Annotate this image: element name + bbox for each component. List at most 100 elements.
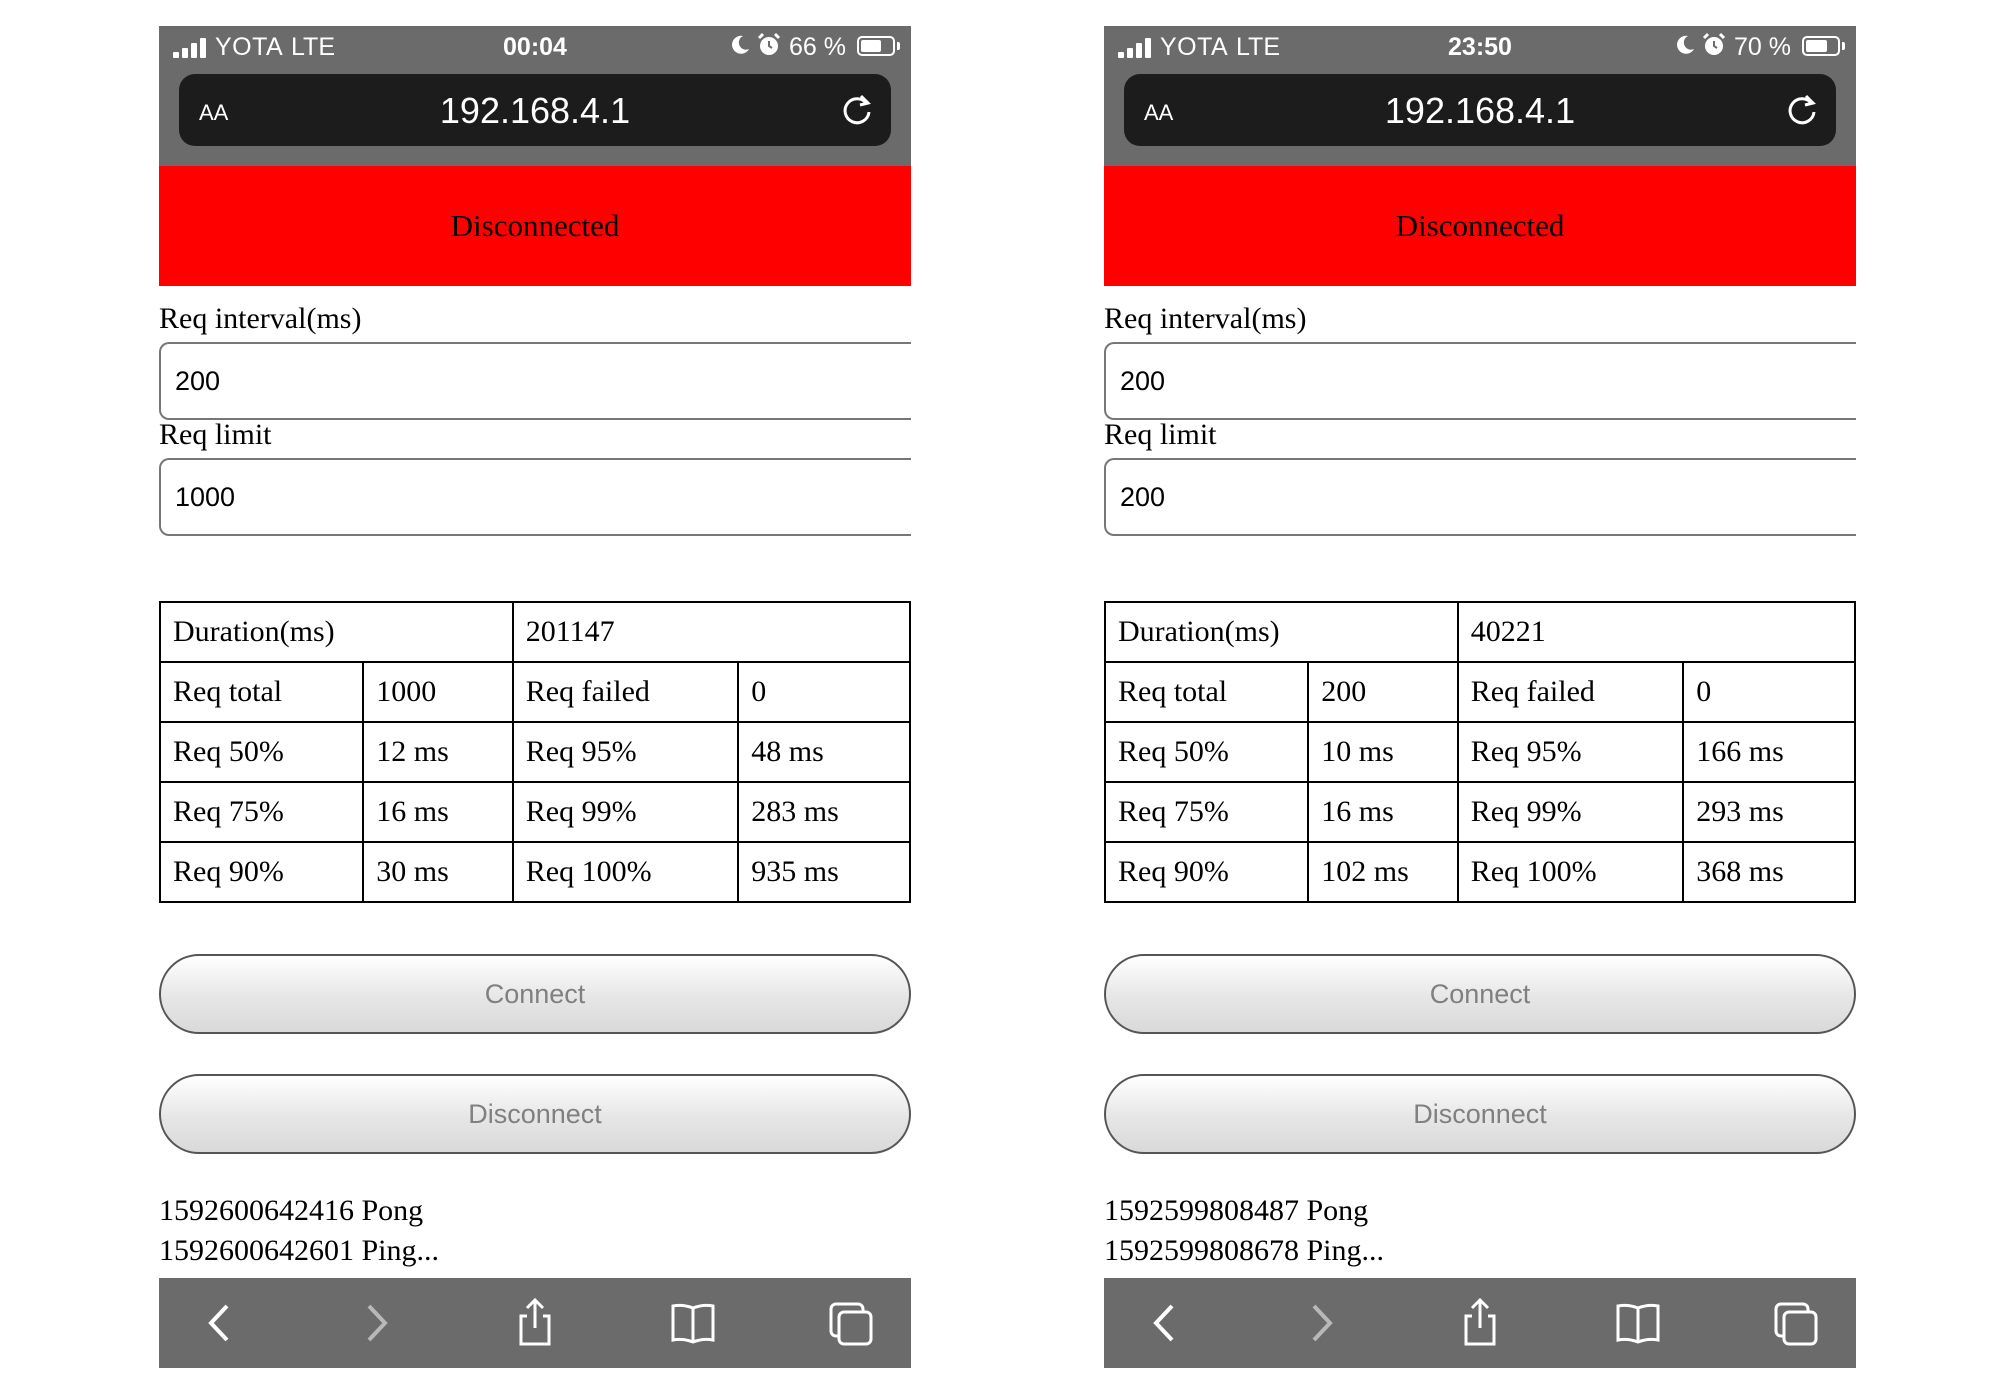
stats-row: Req 90% 30 ms Req 100% 935 ms (158, 841, 911, 903)
stats-label-cell: Req failed (511, 661, 740, 723)
stats-row: Req 75% 16 ms Req 99% 293 ms (1103, 781, 1856, 843)
stats-value-cell: 16 ms (1307, 781, 1459, 843)
duration-label: Duration(ms) (1104, 601, 1459, 663)
duration-label: Duration(ms) (159, 601, 514, 663)
disconnect-button[interactable]: Disconnect (159, 1074, 911, 1154)
stats-value-cell: 293 ms (1682, 781, 1856, 843)
stats-value-cell: 30 ms (362, 841, 514, 903)
forward-icon[interactable] (349, 1296, 401, 1350)
stats-label-cell: Req 90% (1103, 841, 1310, 903)
limit-input[interactable]: 1000 (159, 458, 911, 536)
stats-row: Req 50% 12 ms Req 95% 48 ms (158, 721, 911, 783)
stats-label-cell: Req 50% (1103, 721, 1310, 783)
log-line: 1592600642416 Pong (159, 1194, 424, 1227)
stats-label-cell: Req 75% (1103, 781, 1310, 843)
battery-icon (857, 36, 895, 56)
stats-value-cell: 102 ms (1307, 841, 1459, 903)
bookmarks-icon[interactable] (1612, 1296, 1664, 1350)
stats-value-cell: 0 (1682, 661, 1856, 723)
interval-input[interactable]: 200 (159, 342, 911, 420)
stats-value-cell: 935 ms (737, 841, 911, 903)
share-icon[interactable] (1454, 1296, 1506, 1350)
stats-row: Req 90% 102 ms Req 100% 368 ms (1103, 841, 1856, 903)
stats-row: Req 75% 16 ms Req 99% 283 ms (158, 781, 911, 843)
stats-table: Duration(ms) 40221 Req total 200 Req failed 0… (1103, 601, 1857, 903)
stats-value-cell: 12 ms (362, 721, 514, 783)
duration-value: 201147 (511, 601, 912, 663)
url-text[interactable]: 192.168.4.1 (1124, 90, 1836, 132)
limit-input[interactable]: 200 (1104, 458, 1856, 536)
stats-table: Duration(ms) 201147 Req total 1000 Req faile… (158, 601, 912, 903)
stats-label-cell: Req 90% (158, 841, 365, 903)
status-bar: YOTA LTE 00:04 66 % (159, 26, 911, 68)
tabs-icon[interactable] (825, 1296, 877, 1350)
browser-toolbar (159, 1278, 911, 1368)
interval-label: Req interval(ms) (159, 302, 362, 335)
moon-icon (732, 35, 749, 54)
stats-value-cell: 368 ms (1682, 841, 1856, 903)
url-text[interactable]: 192.168.4.1 (179, 90, 891, 132)
reload-icon[interactable] (1784, 92, 1820, 128)
alarm-icon (757, 32, 781, 55)
stats-label-cell: Req 100% (1456, 841, 1685, 903)
address-bar[interactable]: AA 192.168.4.1 (179, 74, 891, 146)
disconnect-button[interactable]: Disconnect (1104, 1074, 1856, 1154)
stats-label-cell: Req 100% (511, 841, 740, 903)
interval-label: Req interval(ms) (1104, 302, 1307, 335)
log-line: 1592600642601 Ping... (159, 1234, 440, 1267)
back-icon[interactable] (1140, 1296, 1192, 1350)
alarm-icon (1702, 32, 1726, 55)
stats-row-duration: Duration(ms) 40221 (1104, 601, 1857, 663)
tabs-icon[interactable] (1770, 1296, 1822, 1350)
connection-status-banner: Disconnected (1104, 166, 1856, 286)
stats-label-cell: Req 99% (511, 781, 740, 843)
stats-body: Duration(ms) 40221 Req total 200 Req failed 0… (1103, 601, 1857, 903)
limit-label: Req limit (159, 418, 272, 451)
log-line: 1592599808678 Ping... (1104, 1234, 1385, 1267)
moon-icon (1677, 35, 1694, 54)
share-icon[interactable] (509, 1296, 561, 1350)
phone-screenshot-right: YOTA LTE 23:50 70 % AA 192.168.4.1 Disco… (1103, 26, 1857, 1368)
connect-button[interactable]: Connect (1104, 954, 1856, 1034)
stats-value-cell: 166 ms (1682, 721, 1856, 783)
battery-level (1806, 40, 1827, 52)
stats-value-cell: 16 ms (362, 781, 514, 843)
stats-row: Req 50% 10 ms Req 95% 166 ms (1103, 721, 1856, 783)
duration-value: 40221 (1456, 601, 1857, 663)
stats-row: Req total 1000 Req failed 0 (158, 661, 911, 723)
reload-icon[interactable] (839, 92, 875, 128)
stats-row: Req total 200 Req failed 0 (1103, 661, 1856, 723)
address-bar[interactable]: AA 192.168.4.1 (1124, 74, 1836, 146)
stats-value-cell: 283 ms (737, 781, 911, 843)
stats-value-cell: 200 (1307, 661, 1459, 723)
stats-value-cell: 10 ms (1307, 721, 1459, 783)
connection-status-banner: Disconnected (159, 166, 911, 286)
stats-label-cell: Req 95% (1456, 721, 1685, 783)
stats-label-cell: Req total (158, 661, 365, 723)
interval-input[interactable]: 200 (1104, 342, 1856, 420)
stats-row-duration: Duration(ms) 201147 (159, 601, 912, 663)
bookmarks-icon[interactable] (667, 1296, 719, 1350)
browser-toolbar (1104, 1278, 1856, 1368)
browser-address-area: AA 192.168.4.1 (1104, 68, 1856, 166)
connect-button[interactable]: Connect (159, 954, 911, 1034)
battery-icon (1802, 36, 1840, 56)
stats-value-cell: 48 ms (737, 721, 911, 783)
stats-label-cell: Req 99% (1456, 781, 1685, 843)
stats-value-cell: 0 (737, 661, 911, 723)
phone-screenshot-left: YOTA LTE 00:04 66 % AA 192.168.4.1 Disco… (158, 26, 912, 1368)
limit-label: Req limit (1104, 418, 1217, 451)
stats-label-cell: Req 50% (158, 721, 365, 783)
stats-value-cell: 1000 (362, 661, 514, 723)
stats-label-cell: Req 95% (511, 721, 740, 783)
back-icon[interactable] (195, 1296, 247, 1350)
stats-label-cell: Req 75% (158, 781, 365, 843)
log-line: 1592599808487 Pong (1104, 1194, 1369, 1227)
battery-percentage: 70 % (1734, 33, 1791, 61)
stats-label-cell: Req total (1103, 661, 1310, 723)
stats-body: Duration(ms) 201147 Req total 1000 Req faile… (158, 601, 912, 903)
battery-level (861, 40, 881, 52)
forward-icon[interactable] (1294, 1296, 1346, 1350)
browser-address-area: AA 192.168.4.1 (159, 68, 911, 166)
stats-label-cell: Req failed (1456, 661, 1685, 723)
